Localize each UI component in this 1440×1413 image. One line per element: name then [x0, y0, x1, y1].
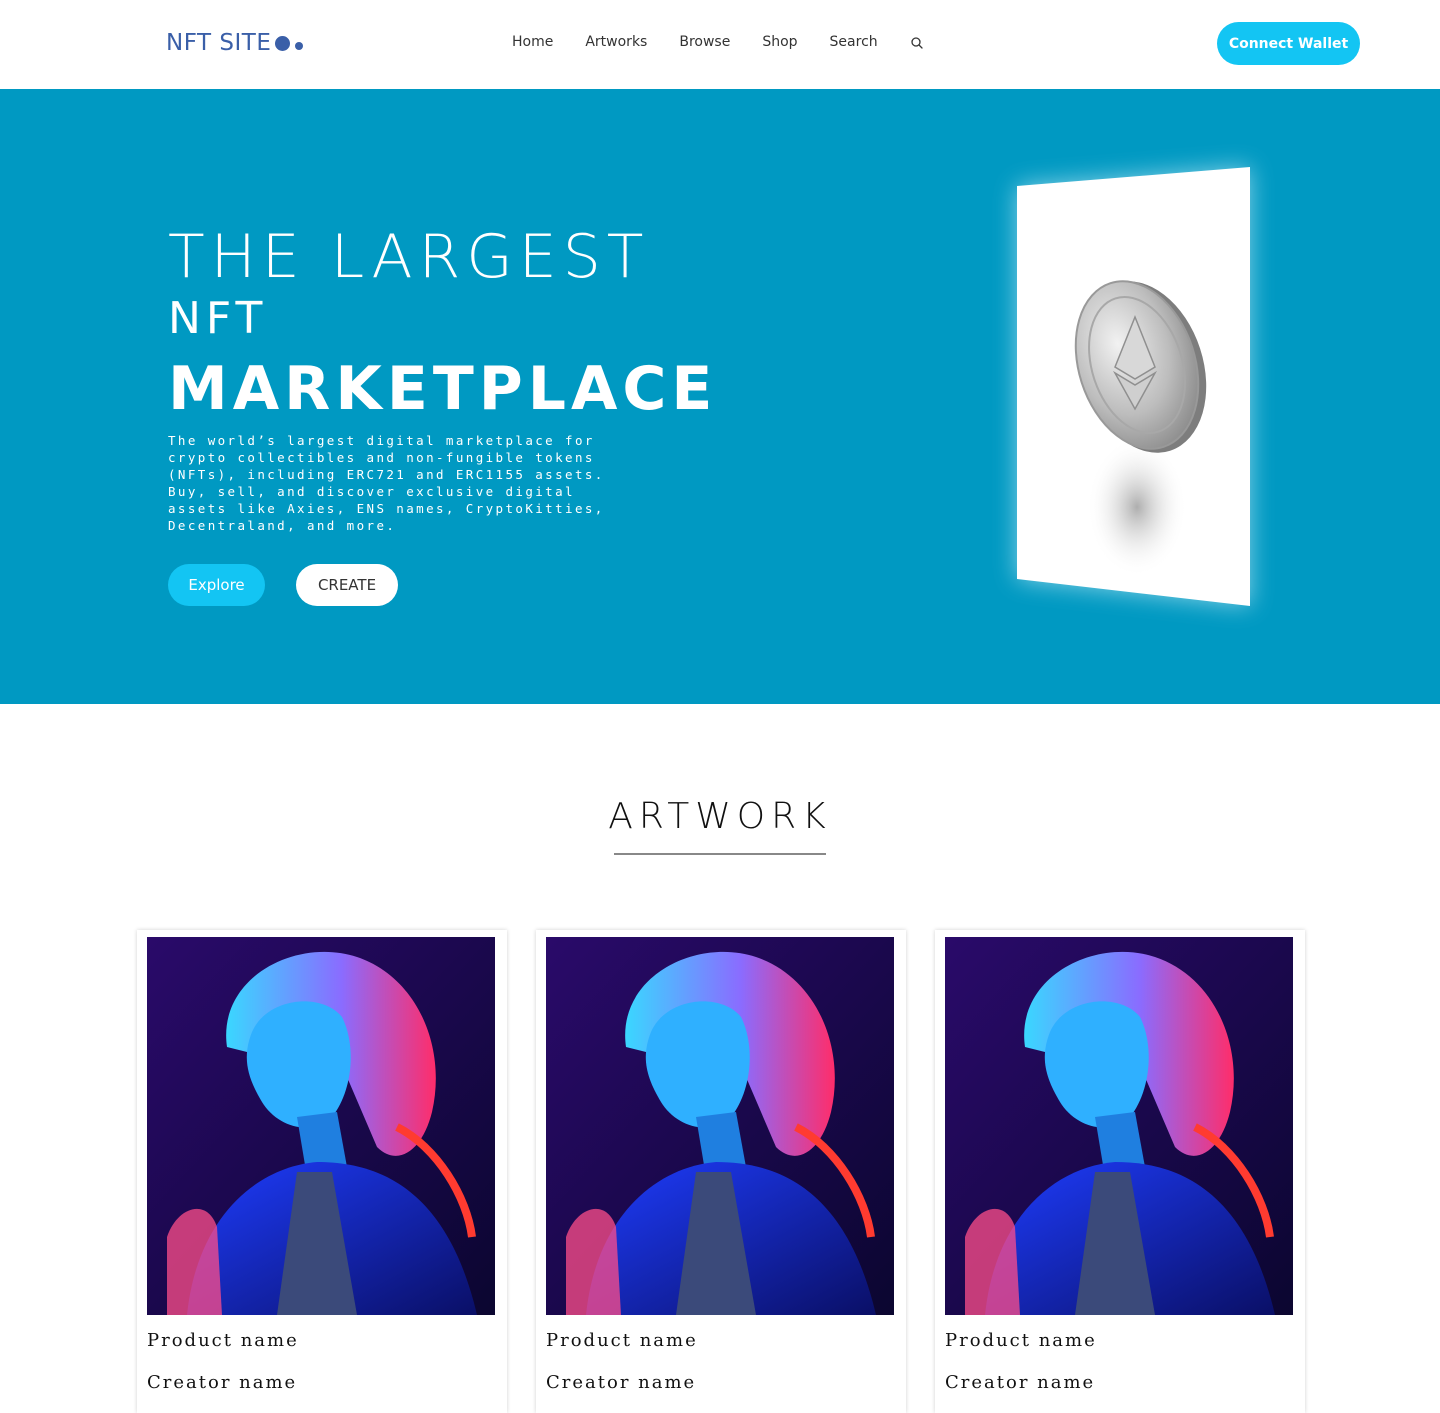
- hero-title-line2: NFT: [168, 293, 268, 344]
- neon-portrait-image[interactable]: [546, 937, 894, 1315]
- hero-title-line1: THE LARGEST: [168, 222, 650, 292]
- title-underline: [614, 853, 826, 855]
- hero-title-line3: MARKETPLACE: [168, 354, 718, 424]
- creator-name: Creator name: [546, 1372, 697, 1393]
- ethereum-coin-image: [1017, 167, 1250, 606]
- site-logo[interactable]: NFT SITE: [166, 30, 304, 56]
- hero-section: THE LARGEST NFT MARKETPLACE The world’s …: [0, 89, 1440, 704]
- creator-name: Creator name: [147, 1372, 298, 1393]
- neon-portrait-image[interactable]: [945, 937, 1293, 1315]
- artwork-card[interactable]: Product name Creator name: [935, 930, 1305, 1413]
- artwork-card[interactable]: Product name Creator name: [536, 930, 906, 1413]
- product-name: Product name: [945, 1330, 1097, 1351]
- product-name: Product name: [147, 1330, 299, 1351]
- create-button[interactable]: CREATE: [296, 564, 398, 606]
- search-icon[interactable]: [910, 35, 924, 49]
- artwork-card[interactable]: Product name Creator name: [137, 930, 507, 1413]
- site-header: NFT SITE Home Artworks Browse Shop Searc…: [0, 0, 1440, 89]
- nav-shop[interactable]: Shop: [762, 34, 797, 50]
- logo-text: NFT SITE: [166, 30, 272, 56]
- nav-artworks[interactable]: Artworks: [585, 34, 647, 50]
- main-nav: Home Artworks Browse Shop Search: [512, 34, 924, 50]
- explore-button[interactable]: Explore: [168, 564, 265, 606]
- logo-dot-small-icon: [295, 42, 304, 50]
- product-name: Product name: [546, 1330, 698, 1351]
- nav-browse[interactable]: Browse: [679, 34, 730, 50]
- hero-description: The world’s largest digital marketplace …: [168, 433, 605, 533]
- nav-search[interactable]: Search: [830, 34, 878, 50]
- neon-portrait-image[interactable]: [147, 937, 495, 1315]
- logo-dot-icon: [275, 35, 291, 51]
- artwork-section-title: ARTWORK: [608, 796, 832, 837]
- nav-home[interactable]: Home: [512, 34, 553, 50]
- connect-wallet-button[interactable]: Connect Wallet: [1217, 22, 1360, 65]
- creator-name: Creator name: [945, 1372, 1096, 1393]
